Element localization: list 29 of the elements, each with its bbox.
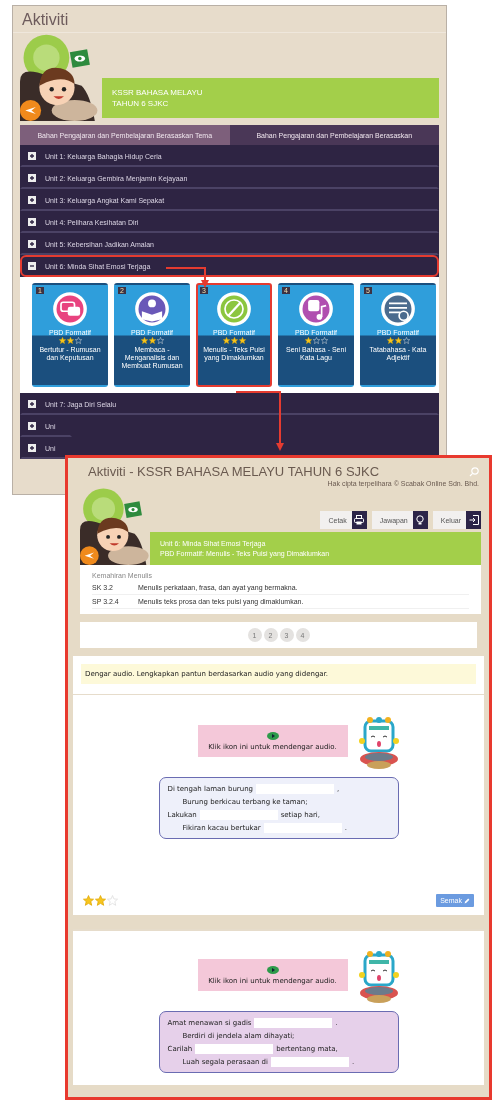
pencil-icon [464, 897, 470, 904]
collapse-icon[interactable] [28, 262, 36, 270]
printer-icon [354, 515, 365, 525]
answer-field[interactable] [271, 1056, 349, 1067]
connector-arrow [165, 267, 209, 288]
robot-drawing [357, 951, 400, 1005]
expand-icon[interactable] [28, 218, 36, 226]
connector-arrow [235, 391, 284, 451]
star-icon [95, 895, 106, 906]
expand-icon[interactable] [28, 152, 36, 160]
expand-icon[interactable] [28, 444, 36, 452]
expand-icon[interactable] [28, 174, 36, 182]
exit-icon [468, 515, 479, 525]
lightbulb-icon [415, 515, 426, 525]
robot-drawing [357, 717, 400, 771]
window-title: Aktiviti [13, 6, 446, 33]
expand-icon[interactable] [28, 196, 36, 204]
star-icon [83, 895, 94, 906]
play-icon[interactable] [266, 731, 279, 740]
banner-text: KSSR BAHASA MELAYU [112, 87, 204, 98]
expand-icon[interactable] [28, 240, 36, 248]
play-icon[interactable] [266, 965, 279, 974]
expand-icon[interactable] [28, 422, 36, 430]
expand-icon[interactable] [28, 400, 36, 408]
window-title: Aktiviti - KSSR BAHASA MELAYU TAHUN 6 SJKC [88, 464, 380, 479]
answer-field[interactable] [195, 1043, 274, 1054]
star-icon [107, 895, 118, 906]
banner-text: TAHUN 6 SJKC [112, 98, 170, 109]
answer-field[interactable] [254, 1017, 333, 1028]
